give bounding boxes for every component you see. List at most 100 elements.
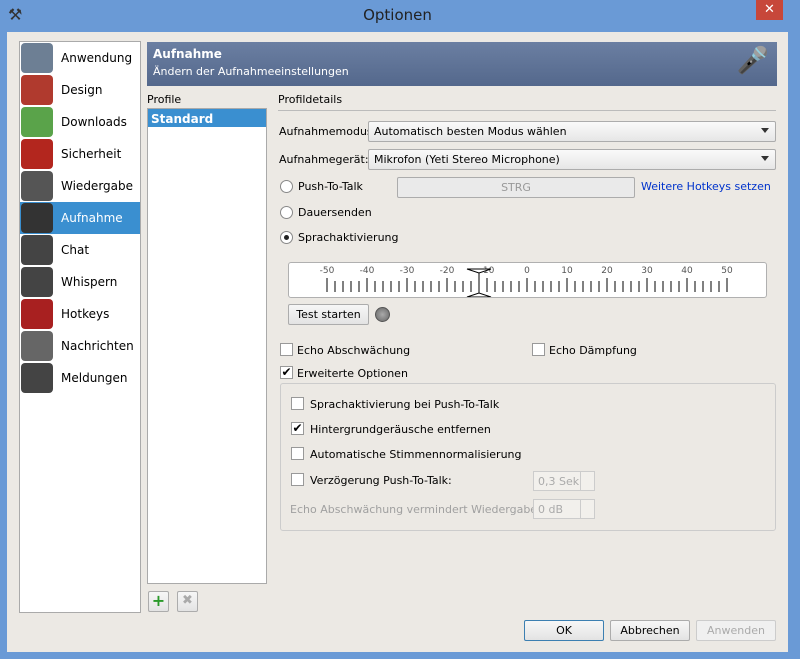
vad-ptt-checkbox[interactable]	[291, 397, 304, 410]
speaker-icon	[21, 171, 53, 201]
echo-attn-spinbox[interactable]: 0 dB	[533, 499, 595, 519]
echo-reduction-label: Echo Abschwächung	[297, 344, 411, 357]
sidebar-item-hotkeys[interactable]: Hotkeys	[20, 298, 140, 330]
sidebar-item-label: Nachrichten	[61, 339, 134, 353]
hotkeys-icon	[21, 299, 53, 329]
tick-label: 20	[601, 266, 613, 276]
chevron-down-icon	[761, 128, 769, 133]
design-palette-icon	[21, 75, 53, 105]
profile-list[interactable]: Standard	[147, 108, 267, 584]
banner-title: Aufnahme	[153, 47, 222, 61]
window-title: Optionen	[363, 6, 432, 24]
device-value: Mikrofon (Yeti Stereo Microphone)	[374, 153, 560, 166]
mode-value: Automatisch besten Modus wählen	[374, 125, 567, 138]
tick-label: 40	[681, 266, 693, 276]
mode-select[interactable]: Automatisch besten Modus wählen	[368, 121, 776, 142]
spin-arrows-icon[interactable]	[580, 472, 594, 490]
cancel-button[interactable]: Abbrechen	[610, 620, 690, 641]
sidebar-item-downloads[interactable]: Downloads	[20, 106, 140, 138]
echo-cancel-label: Echo Dämpfung	[549, 344, 637, 357]
sidebar-item-anwendung[interactable]: Anwendung	[20, 42, 140, 74]
downloads-icon	[21, 107, 53, 137]
echo-reduction-checkbox[interactable]	[280, 343, 293, 356]
echo-attn-value: 0 dB	[538, 503, 564, 516]
tick-label: 50	[721, 266, 733, 276]
device-label: Aufnahmegerät:	[279, 153, 369, 166]
status-led-icon	[375, 307, 390, 322]
vad-ptt-label: Sprachaktivierung bei Push-To-Talk	[310, 398, 500, 411]
tick-label: 10	[561, 266, 573, 276]
sidebar-item-label: Aufnahme	[61, 211, 123, 225]
ptt-radio[interactable]	[280, 180, 293, 193]
advanced-checkbox[interactable]: ✔	[280, 366, 293, 379]
sidebar-item-wiedergabe[interactable]: Wiedergabe	[20, 170, 140, 202]
apply-button[interactable]: Anwenden	[696, 620, 776, 641]
banner-subtitle: Ändern der Aufnahmeeinstellungen	[153, 65, 349, 78]
sidebar-item-sicherheit[interactable]: Sicherheit	[20, 138, 140, 170]
sidebar-item-label: Design	[61, 83, 103, 97]
chevron-down-icon	[761, 156, 769, 161]
tick-label: -50	[320, 266, 335, 276]
section-banner: Aufnahme Ändern der Aufnahmeeinstellunge…	[147, 42, 777, 86]
title-bar: ⚒ Optionen ✕	[0, 0, 800, 32]
sidebar-item-nachrichten[interactable]: Nachrichten	[20, 330, 140, 362]
denoise-label: Hintergrundgeräusche entfernen	[310, 423, 491, 436]
tick-label: -30	[400, 266, 415, 276]
sidebar-item-label: Whispern	[61, 275, 118, 289]
profile-item-standard[interactable]: Standard	[148, 109, 266, 127]
test-start-button[interactable]: Test starten	[288, 304, 369, 325]
sidebar-item-aufnahme[interactable]: Aufnahme	[20, 202, 140, 234]
sidebar-item-meldungen[interactable]: Meldungen	[20, 362, 140, 394]
profiles-header: Profile	[147, 93, 182, 106]
ptt-delay-checkbox[interactable]	[291, 473, 304, 486]
notifications-icon	[21, 363, 53, 393]
microphone-icon	[21, 203, 53, 233]
vad-threshold-slider[interactable]: -50 -40 -30 -20 -10 0 10 20 30 40 50	[288, 262, 767, 298]
ok-button[interactable]: OK	[524, 620, 604, 641]
sidebar-item-label: Sicherheit	[61, 147, 122, 161]
agc-label: Automatische Stimmennormalisierung	[310, 448, 522, 461]
chat-bubble-icon	[21, 235, 53, 265]
microphone-icon: 🎤	[736, 46, 769, 76]
meter-scale[interactable]: -50 -40 -30 -20 -10 0 10 20 30 40 50	[289, 263, 766, 298]
echo-cancel-checkbox[interactable]	[532, 343, 545, 356]
headset-icon	[21, 267, 53, 297]
ptt-delay-label: Verzögerung Push-To-Talk:	[310, 474, 452, 487]
vad-label: Sprachaktivierung	[298, 231, 399, 244]
sidebar-item-whispern[interactable]: Whispern	[20, 266, 140, 298]
messages-icon	[21, 331, 53, 361]
sidebar-item-label: Wiedergabe	[61, 179, 134, 193]
remove-profile-button[interactable]: ✖	[177, 591, 198, 612]
sidebar-item-label: Downloads	[61, 115, 127, 129]
add-profile-button[interactable]: +	[148, 591, 169, 612]
continuous-radio[interactable]	[280, 206, 293, 219]
continuous-label: Dauersenden	[298, 206, 372, 219]
ptt-delay-spinbox[interactable]: 0,3 Sek	[533, 471, 595, 491]
lock-shield-icon	[21, 139, 53, 169]
ptt-label: Push-To-Talk	[298, 180, 363, 193]
ptt-delay-value: 0,3 Sek	[538, 475, 580, 488]
sidebar-item-design[interactable]: Design	[20, 74, 140, 106]
advanced-label: Erweiterte Optionen	[297, 367, 408, 380]
more-hotkeys-link[interactable]: Weitere Hotkeys setzen	[641, 180, 771, 193]
sidebar-item-label: Meldungen	[61, 371, 128, 385]
sidebar: Anwendung Design Downloads Sicherheit Wieder…	[19, 41, 141, 613]
echo-attn-label: Echo Abschwächung vermindert Wiedergabe …	[290, 503, 562, 516]
tick-label: 0	[524, 266, 530, 276]
device-select[interactable]: Mikrofon (Yeti Stereo Microphone)	[368, 149, 776, 170]
ptt-hotkey-button[interactable]: STRG	[397, 177, 635, 198]
agc-checkbox[interactable]	[291, 447, 304, 460]
denoise-checkbox[interactable]: ✔	[291, 422, 304, 435]
sidebar-item-chat[interactable]: Chat	[20, 234, 140, 266]
profile-details-header: Profildetails	[278, 93, 343, 106]
tick-label: -20	[440, 266, 455, 276]
sidebar-item-label: Anwendung	[61, 51, 133, 65]
spin-arrows-icon[interactable]	[580, 500, 594, 518]
mode-label: Aufnahmemodus:	[279, 125, 377, 138]
sidebar-item-label: Chat	[61, 243, 90, 257]
tick-label: -40	[360, 266, 375, 276]
close-button[interactable]: ✕	[756, 0, 783, 20]
teamspeak-logo-icon	[21, 43, 53, 73]
sidebar-item-label: Hotkeys	[61, 307, 110, 321]
vad-radio[interactable]	[280, 231, 293, 244]
